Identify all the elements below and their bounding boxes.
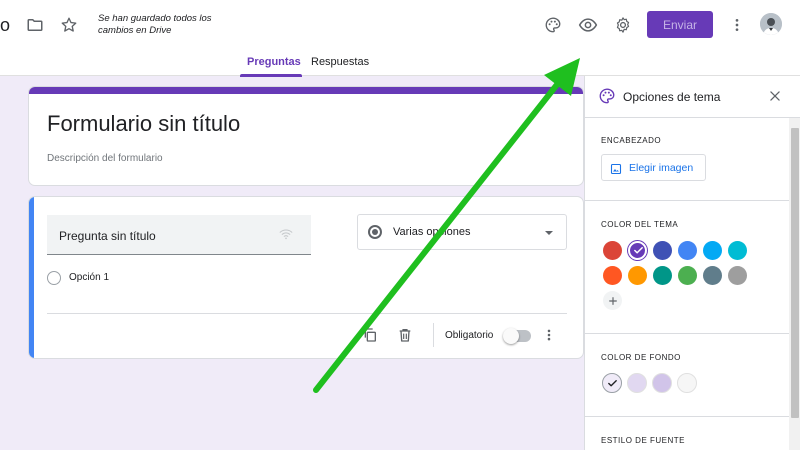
tab-questions[interactable]: Preguntas [247,56,301,76]
top-bar: o Se han guardado todos los cambios en D… [0,0,800,77]
active-tab-indicator [240,74,302,77]
eye-icon[interactable] [574,11,602,39]
background-color-swatch[interactable] [652,373,672,393]
theme-color-swatch[interactable] [728,266,747,285]
save-status: Se han guardado todos los cambios en Dri… [98,13,212,36]
check-icon [634,247,643,254]
avatar[interactable] [760,13,782,35]
required-label: Obligatorio [445,330,494,341]
header-section-label: ENCABEZADO [601,136,662,145]
option-radio [47,271,61,285]
toolbar-divider [433,323,434,347]
background-color-swatch[interactable] [677,373,697,393]
trash-icon[interactable] [395,325,415,345]
gear-icon[interactable] [609,11,637,39]
question-title: Pregunta sin título [59,229,156,243]
question-type-label: Varias opciones [393,226,471,238]
theme-color-swatch[interactable] [603,266,622,285]
theme-color-swatch[interactable] [628,241,647,260]
radio-button-icon [368,225,382,239]
palette-icon[interactable] [539,11,567,39]
form-title-card: Formulario sin título Descripción del fo… [28,86,584,186]
close-icon[interactable] [765,86,785,106]
theme-color-swatch[interactable] [653,241,672,260]
theme-accent-bar [29,87,583,94]
section-divider [585,200,789,201]
question-card[interactable]: Pregunta sin título Varias opciones Opci… [28,196,584,359]
panel-header: Opciones de tema [585,76,800,118]
theme-color-swatch[interactable] [703,266,722,285]
active-question-indicator [29,197,34,358]
theme-options-panel: Opciones de tema ENCABEZADO Elegir image… [584,76,800,450]
background-color-section-label: COLOR DE FONDO [601,353,681,362]
theme-color-swatch[interactable] [603,241,622,260]
theme-color-swatch[interactable] [703,241,722,260]
background-color-swatch[interactable] [627,373,647,393]
form-title[interactable]: Formulario sin título [47,111,240,137]
question-type-dropdown[interactable]: Varias opciones [357,214,567,250]
more-vert-icon[interactable] [539,325,559,345]
theme-color-swatch[interactable] [728,241,747,260]
section-divider [585,416,789,417]
option-label[interactable]: Opción 1 [69,272,109,283]
caret-down-icon [545,231,553,235]
background-color-swatch[interactable] [602,373,622,393]
theme-color-swatch[interactable] [628,266,647,285]
panel-title: Opciones de tema [623,90,721,104]
add-custom-color-button[interactable] [603,291,622,310]
star-icon[interactable] [55,11,83,39]
panel-scrollbar-thumb[interactable] [791,128,799,418]
theme-color-section-label: COLOR DEL TEMA [601,220,679,229]
required-toggle[interactable] [503,328,531,344]
font-style-section-label: ESTILO DE FUENTE [601,436,686,445]
form-description[interactable]: Descripción del formulario [47,153,163,164]
duplicate-icon[interactable] [360,325,380,345]
theme-color-swatch[interactable] [678,241,697,260]
card-divider [47,313,567,314]
choose-image-button[interactable]: Elegir imagen [601,154,706,181]
theme-color-swatch[interactable] [653,266,672,285]
add-image-icon[interactable] [279,227,293,246]
question-title-field[interactable]: Pregunta sin título [47,215,311,255]
image-icon [610,162,622,180]
more-vert-icon[interactable] [723,11,751,39]
tab-responses[interactable]: Respuestas [311,56,369,76]
send-button[interactable]: Enviar [647,11,713,38]
folder-icon[interactable] [21,11,49,39]
section-divider [585,333,789,334]
tab-bar: Preguntas Respuestas [0,56,800,77]
form-name-fragment[interactable]: o [0,15,12,36]
palette-icon [598,87,616,110]
check-icon [608,380,617,387]
choose-image-label: Elegir imagen [629,162,694,174]
theme-color-swatch[interactable] [678,266,697,285]
